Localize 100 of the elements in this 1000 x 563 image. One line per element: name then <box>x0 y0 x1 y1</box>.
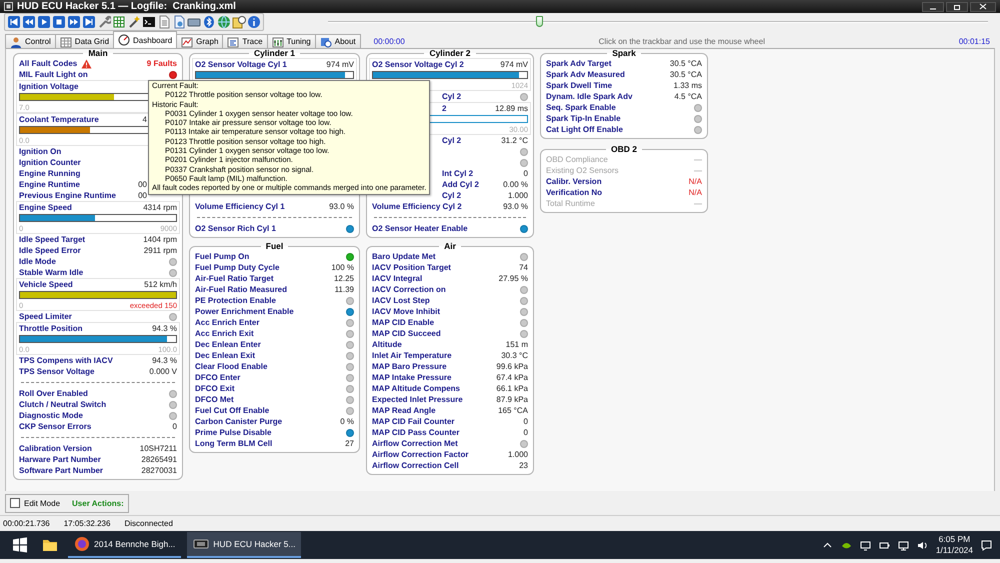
document-button[interactable] <box>172 15 186 29</box>
field-label: Fuel Pump Duty Cycle <box>195 263 280 272</box>
field-label: O2 Sensor Voltage Cyl 2 <box>372 60 464 69</box>
tab[interactable]: Control <box>5 34 56 48</box>
battery-icon[interactable] <box>878 540 890 550</box>
field-label: Idle Speed Target <box>19 235 86 244</box>
rewind-button[interactable] <box>22 15 36 29</box>
taskbar-app[interactable]: 2014 Bennche Bigh... <box>68 532 182 558</box>
folder-icon <box>42 537 58 553</box>
field-label: Verification No <box>546 188 602 197</box>
document-icon <box>172 15 186 29</box>
trackbar-hint: Click on the trackbar and use the mouse wheel <box>598 36 766 46</box>
close-button[interactable] <box>970 2 996 12</box>
field-label: Cat Light Off Enable <box>546 125 623 134</box>
tab[interactable]: About <box>314 34 361 48</box>
field-label: CKP Sensor Errors <box>19 422 92 431</box>
taskbar-app[interactable]: HUD ECU Hacker 5... <box>187 532 302 558</box>
field-value: 974 mV <box>500 60 528 69</box>
field-value: 1.000 <box>508 191 528 200</box>
field-label: MAP Altitude Compens <box>372 384 460 393</box>
skip-to-start-button[interactable] <box>7 15 21 29</box>
wand-button[interactable] <box>127 15 141 29</box>
taskbar-clock[interactable]: 6:05 PM 1/11/2024 <box>936 534 973 556</box>
field-value: — <box>694 155 702 164</box>
panel-title: Main <box>87 49 109 58</box>
field-label: MAP CID Succeed <box>372 329 441 338</box>
gauge-icon <box>118 34 130 46</box>
panel-title: Air <box>443 242 457 251</box>
trackbar[interactable] <box>328 15 988 29</box>
field-label: Inlet Air Temperature <box>372 351 452 360</box>
field-label: Spark Adv Target <box>546 59 612 68</box>
field-label: Idle Mode <box>19 257 56 266</box>
field-label: IACV Lost Step <box>372 296 430 305</box>
field-label: MIL Fault Light on <box>19 70 88 79</box>
grid-button[interactable] <box>112 15 126 29</box>
play-button[interactable] <box>37 15 51 29</box>
close-icon <box>979 3 987 10</box>
field-value: 1404 rpm <box>143 235 177 244</box>
skip-to-start-icon <box>7 15 21 29</box>
field-label: IACV Correction on <box>372 285 446 294</box>
field-label: Ignition Counter <box>19 158 81 167</box>
field-label: Airflow Correction Cell <box>372 461 459 470</box>
notification-icon[interactable] <box>981 540 992 550</box>
field-label: Acc Enrich Exit <box>195 329 254 338</box>
tab[interactable]: Graph <box>176 34 224 48</box>
field-value: 12.25 <box>334 274 354 283</box>
status-text: Disconnected <box>124 519 173 528</box>
field-value: 66.1 kPa <box>496 384 528 393</box>
field-value: 512 km/h <box>144 280 177 289</box>
minimize-button[interactable] <box>922 2 944 12</box>
panel-title: OBD 2 <box>610 145 638 154</box>
panel-title: Fuel <box>264 242 284 251</box>
field-value: 11.39 <box>334 285 354 294</box>
tab[interactable]: Dashboard <box>113 31 178 48</box>
tab[interactable]: Trace <box>222 34 268 48</box>
field-label: Cyl 2 <box>442 92 462 101</box>
fast-forward-button[interactable] <box>67 15 81 29</box>
info-button[interactable] <box>247 15 261 29</box>
display-icon[interactable] <box>860 540 871 550</box>
field-label: MAP CID Fail Counter <box>372 417 455 426</box>
field-label: DFCO Exit <box>195 384 235 393</box>
field-value: 151 m <box>506 340 528 349</box>
trackbar-thumb[interactable] <box>536 16 544 27</box>
grid-icon <box>112 15 126 29</box>
field-value: 93.0 % <box>503 202 528 211</box>
restore-button[interactable] <box>946 2 968 12</box>
field-label: IACV Move Inhibit <box>372 307 440 316</box>
field-label: Harware Part Number <box>19 455 101 464</box>
field-label: Diagnostic Mode <box>19 411 84 420</box>
volume-icon[interactable] <box>916 540 928 550</box>
field-value: 30.5 °CA <box>670 70 702 79</box>
field-value: — <box>694 199 702 208</box>
field-label: Clutch / Neutral Switch <box>19 400 106 409</box>
wrench-button[interactable] <box>97 15 111 29</box>
play-icon <box>37 15 51 29</box>
tab[interactable]: Data Grid <box>54 34 114 48</box>
field-label: Acc Enrich Enter <box>195 318 260 327</box>
field-label: IACV Integral <box>372 274 422 283</box>
field-value: 30.3 °C <box>501 351 528 360</box>
field-value: 30.5 °CA <box>670 59 702 68</box>
field-label: TPS Compens with IACV <box>19 356 113 365</box>
stop-button[interactable] <box>52 15 66 29</box>
terminal-icon <box>142 15 156 29</box>
wrench-icon <box>97 15 111 29</box>
bluetooth-button[interactable] <box>202 15 216 29</box>
edit-mode-checkbox[interactable] <box>10 498 20 508</box>
field-label: Altitude <box>372 340 402 349</box>
terminal-button[interactable] <box>142 15 156 29</box>
field-label: Dynam. Idle Spark Adv <box>546 92 632 101</box>
field-value: 4314 rpm <box>143 203 177 212</box>
field-label: IACV Position Target <box>372 263 451 272</box>
skip-to-end-button[interactable] <box>82 15 96 29</box>
tab[interactable]: Tuning <box>266 34 316 48</box>
field-value: 94.3 % <box>152 324 177 333</box>
field-label: Engine Speed <box>19 203 72 212</box>
status-text: 00:00:21.736 <box>3 519 50 528</box>
field-value: 31.2 °C <box>501 136 528 145</box>
field-value: 94.3 % <box>152 356 177 365</box>
field-value: N/A <box>688 188 702 197</box>
field-label: Ignition Voltage <box>19 82 78 91</box>
